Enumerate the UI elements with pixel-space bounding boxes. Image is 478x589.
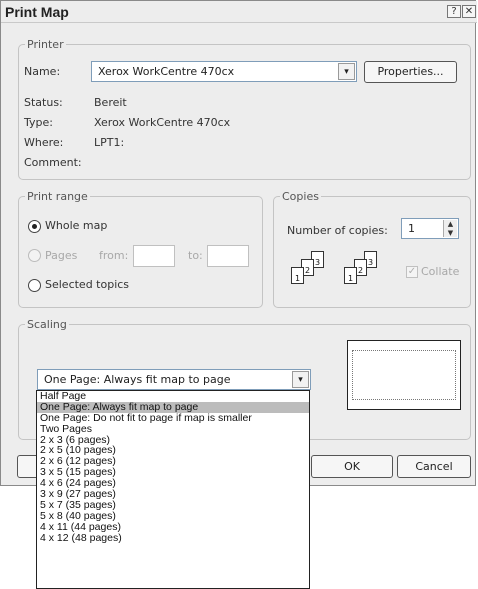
help-button[interactable]: ? (447, 5, 461, 18)
scaling-dropdown-list[interactable]: Half Page One Page: Always fit map to pa… (36, 390, 310, 589)
printer-legend: Printer (27, 38, 64, 51)
properties-button[interactable]: Properties... (364, 61, 457, 83)
scaling-selected-value: One Page: Always fit map to page (44, 373, 231, 386)
dialog-title: Print Map (5, 4, 69, 20)
number-of-copies-spinner[interactable]: 1 ▲ ▼ (401, 218, 459, 239)
number-of-copies-value: 1 (408, 222, 415, 235)
list-item[interactable]: Two Pages (37, 423, 309, 435)
to-label: to: (188, 249, 203, 262)
selected-topics-radio[interactable] (28, 279, 41, 292)
scaling-select[interactable]: One Page: Always fit map to page ▾ (37, 369, 311, 390)
close-icon: ✕ (464, 6, 474, 17)
collate-label[interactable]: Collate (421, 265, 459, 278)
scaling-legend: Scaling (27, 318, 67, 331)
spin-up-icon[interactable]: ▲ (444, 220, 457, 229)
page-icon: 1 (344, 267, 357, 284)
title-bar[interactable]: Print Map ? ✕ (1, 1, 477, 23)
page-preview (347, 340, 461, 410)
close-button[interactable]: ✕ (462, 5, 476, 18)
status-label: Status: (24, 96, 63, 109)
type-label: Type: (24, 116, 53, 129)
list-item[interactable]: 4 x 12 (48 pages) (37, 532, 309, 544)
from-page-input[interactable] (133, 245, 175, 267)
whole-map-label[interactable]: Whole map (45, 219, 107, 232)
printer-group: Printer (18, 38, 471, 180)
print-range-legend: Print range (27, 190, 88, 203)
whole-map-radio[interactable] (28, 220, 41, 233)
spin-buttons[interactable]: ▲ ▼ (443, 220, 457, 237)
type-value: Xerox WorkCentre 470cx (94, 116, 231, 129)
cancel-button[interactable]: Cancel (397, 455, 471, 478)
pages-radio[interactable] (28, 249, 41, 262)
chevron-down-icon[interactable]: ▾ (338, 63, 355, 80)
chevron-down-icon[interactable]: ▾ (292, 371, 309, 388)
spin-down-icon[interactable]: ▼ (444, 229, 457, 238)
from-label: from: (99, 249, 129, 262)
where-label: Where: (24, 136, 64, 149)
selected-topics-label[interactable]: Selected topics (45, 278, 129, 291)
status-value: Bereit (94, 96, 127, 109)
printer-name-value: Xerox WorkCentre 470cx (98, 65, 235, 78)
copies-group: Copies (273, 190, 471, 308)
collate-checkbox[interactable]: ✓ (406, 266, 418, 278)
ok-button[interactable]: OK (311, 455, 393, 478)
page-preview-margin (352, 350, 456, 400)
to-page-input[interactable] (207, 245, 249, 267)
pages-label[interactable]: Pages (45, 249, 77, 262)
help-icon: ? (451, 6, 457, 17)
list-item[interactable]: 4 x 11 (44 pages) (37, 521, 309, 533)
where-value: LPT1: (94, 136, 125, 149)
printer-name-label: Name: (24, 65, 61, 78)
copies-legend: Copies (282, 190, 319, 203)
number-of-copies-label: Number of copies: (287, 224, 388, 237)
comment-label: Comment: (24, 156, 82, 169)
checkmark-icon: ✓ (407, 266, 417, 277)
printer-name-select[interactable]: Xerox WorkCentre 470cx ▾ (91, 61, 357, 82)
page-icon: 1 (291, 267, 304, 284)
